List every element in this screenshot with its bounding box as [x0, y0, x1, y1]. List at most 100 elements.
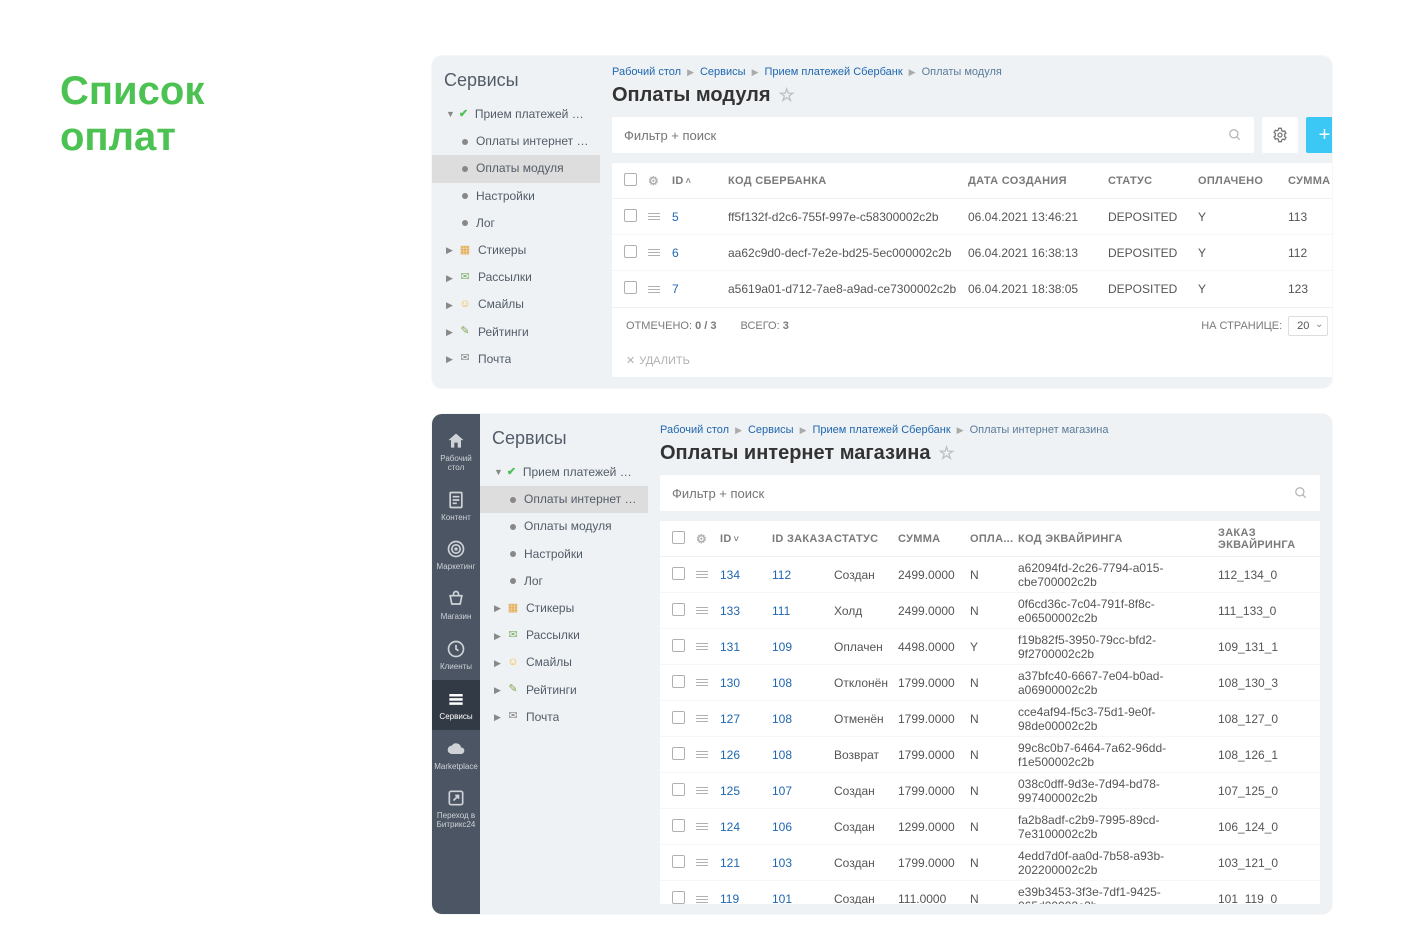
cell-id[interactable]: 134 — [720, 568, 772, 582]
select-all-checkbox[interactable] — [624, 173, 637, 186]
cell-order-id[interactable]: 111 — [772, 604, 834, 618]
breadcrumb-link[interactable]: Оплаты модуля — [922, 66, 1002, 78]
grid-gear-icon[interactable]: ⚙ — [696, 532, 720, 546]
row-menu-icon[interactable] — [696, 859, 720, 866]
row-checkbox[interactable] — [672, 675, 685, 688]
vnav-item-4[interactable]: Клиенты — [432, 630, 480, 680]
row-checkbox[interactable] — [672, 747, 685, 760]
col-sum[interactable]: СУММА — [1288, 175, 1330, 187]
row-menu-icon[interactable] — [648, 213, 672, 220]
col-date[interactable]: ДАТА СОЗДАНИЯ — [968, 175, 1108, 187]
breadcrumb-link[interactable]: Оплаты интернет магазина — [970, 424, 1109, 436]
vnav-item-6[interactable]: Marketplace — [432, 730, 480, 780]
row-checkbox[interactable] — [672, 603, 685, 616]
col-order-id[interactable]: ID ЗАКАЗА — [772, 533, 834, 545]
tree-other-3[interactable]: ▶✎Рейтинги — [480, 677, 648, 704]
table-row[interactable]: 121103Создан1799.0000N4edd7d0f-aa0d-7b58… — [660, 845, 1320, 881]
cell-order-id[interactable]: 107 — [772, 784, 834, 798]
col-acquiring-code[interactable]: КОД ЭКВАЙРИНГА — [1018, 533, 1218, 545]
table-row[interactable]: 130108Отклонён1799.0000Na37bfc40-6667-7e… — [660, 665, 1320, 701]
tree-child-1[interactable]: Оплаты модуля — [432, 155, 600, 182]
search-field[interactable] — [672, 486, 1294, 501]
cell-order-id[interactable]: 108 — [772, 748, 834, 762]
cell-order-id[interactable]: 108 — [772, 712, 834, 726]
row-menu-icon[interactable] — [696, 715, 720, 722]
cell-id[interactable]: 125 — [720, 784, 772, 798]
table-row[interactable]: 7a5619a01-d712-7ae8-a9ad-ce7300002c2b06.… — [612, 271, 1332, 307]
cell-id[interactable]: 127 — [720, 712, 772, 726]
table-row[interactable]: 126108Возврат1799.0000N99c8c0b7-6464-7a6… — [660, 737, 1320, 773]
table-row[interactable]: 127108Отменён1799.0000Ncce4af94-f5c3-75d… — [660, 701, 1320, 737]
breadcrumb-link[interactable]: Прием платежей Сбербанк — [812, 424, 950, 436]
tree-child-0[interactable]: Оплаты интернет магазина — [480, 486, 648, 513]
row-checkbox[interactable] — [624, 281, 637, 294]
cell-id[interactable]: 124 — [720, 820, 772, 834]
cell-order-id[interactable]: 106 — [772, 820, 834, 834]
col-paid[interactable]: ОПЛА... — [970, 533, 1018, 545]
tree-other-2[interactable]: ▶☺Смайлы — [432, 291, 600, 318]
tree-other-1[interactable]: ▶✉Рассылки — [480, 622, 648, 649]
col-id[interactable]: ID˄ — [672, 175, 728, 187]
vnav-item-2[interactable]: Маркетинг — [432, 530, 480, 580]
grid-gear-icon[interactable]: ⚙ — [648, 174, 672, 188]
row-menu-icon[interactable] — [648, 286, 672, 293]
tree-child-1[interactable]: Оплаты модуля — [480, 513, 648, 540]
vnav-item-0[interactable]: Рабочий стол — [432, 422, 480, 481]
breadcrumb-link[interactable]: Прием платежей Сбербанк — [764, 66, 902, 78]
vnav-item-3[interactable]: Магазин — [432, 580, 480, 630]
vnav-item-1[interactable]: Контент — [432, 481, 480, 531]
tree-other-4[interactable]: ▶✉Почта — [480, 704, 648, 731]
cell-order-id[interactable]: 103 — [772, 856, 834, 870]
tree-other-2[interactable]: ▶☺Смайлы — [480, 649, 648, 676]
breadcrumb-link[interactable]: Сервисы — [748, 424, 794, 436]
row-checkbox[interactable] — [672, 891, 685, 904]
favorite-star-icon[interactable]: ☆ — [779, 85, 795, 106]
row-menu-icon[interactable] — [696, 571, 720, 578]
page-size-select[interactable]: 20 — [1288, 316, 1328, 336]
tree-child-2[interactable]: Настройки — [432, 183, 600, 210]
cell-id[interactable]: 6 — [672, 246, 728, 260]
col-id[interactable]: ID˅ — [720, 533, 772, 545]
tree-child-3[interactable]: Лог — [432, 210, 600, 237]
row-checkbox[interactable] — [672, 711, 685, 724]
cell-order-id[interactable]: 101 — [772, 892, 834, 904]
row-checkbox[interactable] — [672, 639, 685, 652]
row-checkbox[interactable] — [672, 855, 685, 868]
row-menu-icon[interactable] — [696, 787, 720, 794]
table-row[interactable]: 124106Создан1299.0000Nfa2b8adf-c2b9-7995… — [660, 809, 1320, 845]
settings-button[interactable] — [1262, 117, 1298, 153]
row-checkbox[interactable] — [672, 819, 685, 832]
search-input[interactable] — [660, 475, 1320, 511]
row-checkbox[interactable] — [672, 567, 685, 580]
row-menu-icon[interactable] — [696, 643, 720, 650]
tree-child-3[interactable]: Лог — [480, 568, 648, 595]
table-row[interactable]: 125107Создан1799.0000N038c0dff-9d3e-7d94… — [660, 773, 1320, 809]
row-menu-icon[interactable] — [696, 679, 720, 686]
row-checkbox[interactable] — [672, 783, 685, 796]
breadcrumb-link[interactable]: Рабочий стол — [612, 66, 681, 78]
cell-order-id[interactable]: 109 — [772, 640, 834, 654]
row-checkbox[interactable] — [624, 209, 637, 222]
row-menu-icon[interactable] — [696, 607, 720, 614]
favorite-star-icon[interactable]: ☆ — [939, 443, 955, 464]
table-row[interactable]: 119101Создан111.0000Ne39b3453-3f3e-7df1-… — [660, 881, 1320, 904]
cell-id[interactable]: 130 — [720, 676, 772, 690]
cell-id[interactable]: 121 — [720, 856, 772, 870]
row-menu-icon[interactable] — [696, 896, 720, 903]
cell-id[interactable]: 5 — [672, 210, 728, 224]
cell-id[interactable]: 131 — [720, 640, 772, 654]
row-menu-icon[interactable] — [696, 823, 720, 830]
col-status[interactable]: СТАТУС — [1108, 175, 1198, 187]
tree-root-sber[interactable]: ▼✔Прием платежей Сбербанк — [432, 101, 600, 128]
vnav-item-7[interactable]: Переход в Битрикс24 — [432, 779, 480, 838]
add-button[interactable]: + — [1306, 117, 1332, 153]
table-row[interactable]: 6aa62c9d0-decf-7e2e-bd25-5ec000002c2b06.… — [612, 235, 1332, 271]
tree-other-0[interactable]: ▶▦Стикеры — [480, 595, 648, 622]
cell-order-id[interactable]: 112 — [772, 568, 834, 582]
search-field[interactable] — [624, 128, 1228, 143]
select-all-checkbox[interactable] — [672, 531, 685, 544]
cell-id[interactable]: 7 — [672, 282, 728, 296]
table-row[interactable]: 5ff5f132f-d2c6-755f-997e-c58300002c2b06.… — [612, 199, 1332, 235]
cell-order-id[interactable]: 108 — [772, 676, 834, 690]
col-status[interactable]: СТАТУС — [834, 533, 898, 545]
